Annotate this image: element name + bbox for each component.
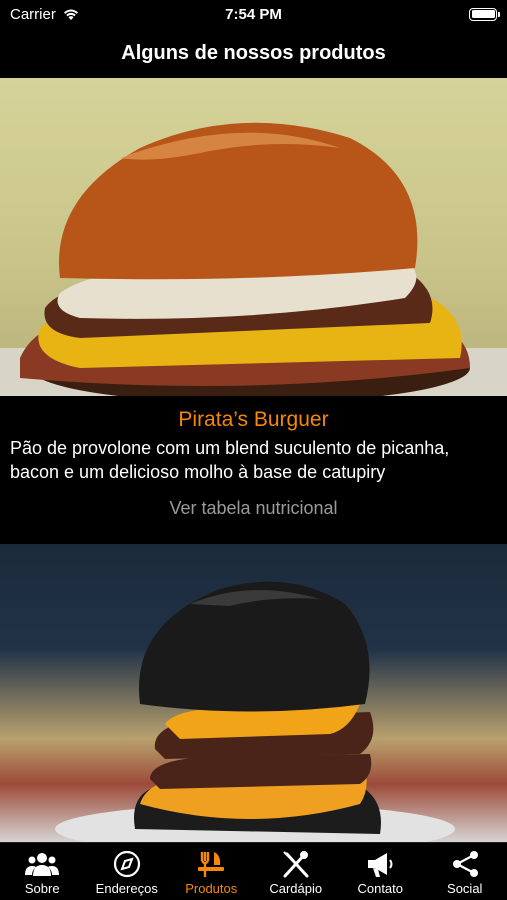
nutrition-table-link[interactable]: Ver tabela nutricional: [10, 498, 497, 519]
wifi-icon: [63, 9, 78, 20]
page-title: Alguns de nossos produtos: [121, 41, 386, 64]
status-left: Carrier: [10, 6, 80, 23]
people-icon: [25, 853, 60, 876]
crossed-utensils-icon: [283, 851, 309, 878]
tab-label: Contato: [357, 881, 404, 896]
product-description: Pão de provolone com um blend suculento …: [10, 438, 450, 482]
products-list[interactable]: Pirata’s Burguer Pão de provolone com um…: [0, 78, 507, 842]
status-bar: Carrier 7:54 PM: [0, 0, 507, 28]
compass-icon: [113, 850, 140, 878]
tab-social[interactable]: Social: [423, 843, 507, 900]
battery-icon: [469, 7, 500, 21]
tab-label: Social: [447, 881, 483, 896]
carrier-label: Carrier: [10, 5, 56, 23]
product-image: [0, 544, 507, 842]
burger-illustration: [0, 122, 507, 396]
product-card: [0, 544, 507, 842]
tab-cardapio[interactable]: Cardápio: [254, 843, 339, 900]
tab-sobre[interactable]: Sobre: [0, 843, 85, 900]
tab-enderecos[interactable]: Endereços: [85, 843, 170, 900]
tab-bar: Sobre Endereços Produtos Cardápio Contat…: [0, 842, 507, 900]
tab-contato[interactable]: Contato: [338, 843, 423, 900]
tab-produtos[interactable]: Produtos: [169, 843, 254, 900]
tab-label: Endereços: [95, 881, 158, 896]
product-image: [0, 78, 507, 396]
product-info: Pirata’s Burguer Pão de provolone com um…: [0, 396, 507, 544]
nav-bar: Alguns de nossos produtos: [0, 28, 507, 78]
megaphone-icon: [368, 853, 393, 877]
tab-label: Sobre: [24, 881, 60, 896]
share-icon: [452, 851, 478, 877]
tab-label: Cardápio: [269, 881, 323, 896]
fork-knife-icon: [198, 852, 225, 877]
tab-label: Produtos: [185, 881, 238, 896]
burger-illustration: [55, 581, 455, 842]
product-card: Pirata’s Burguer Pão de provolone com um…: [0, 78, 507, 544]
product-name: Pirata’s Burguer: [178, 408, 329, 431]
